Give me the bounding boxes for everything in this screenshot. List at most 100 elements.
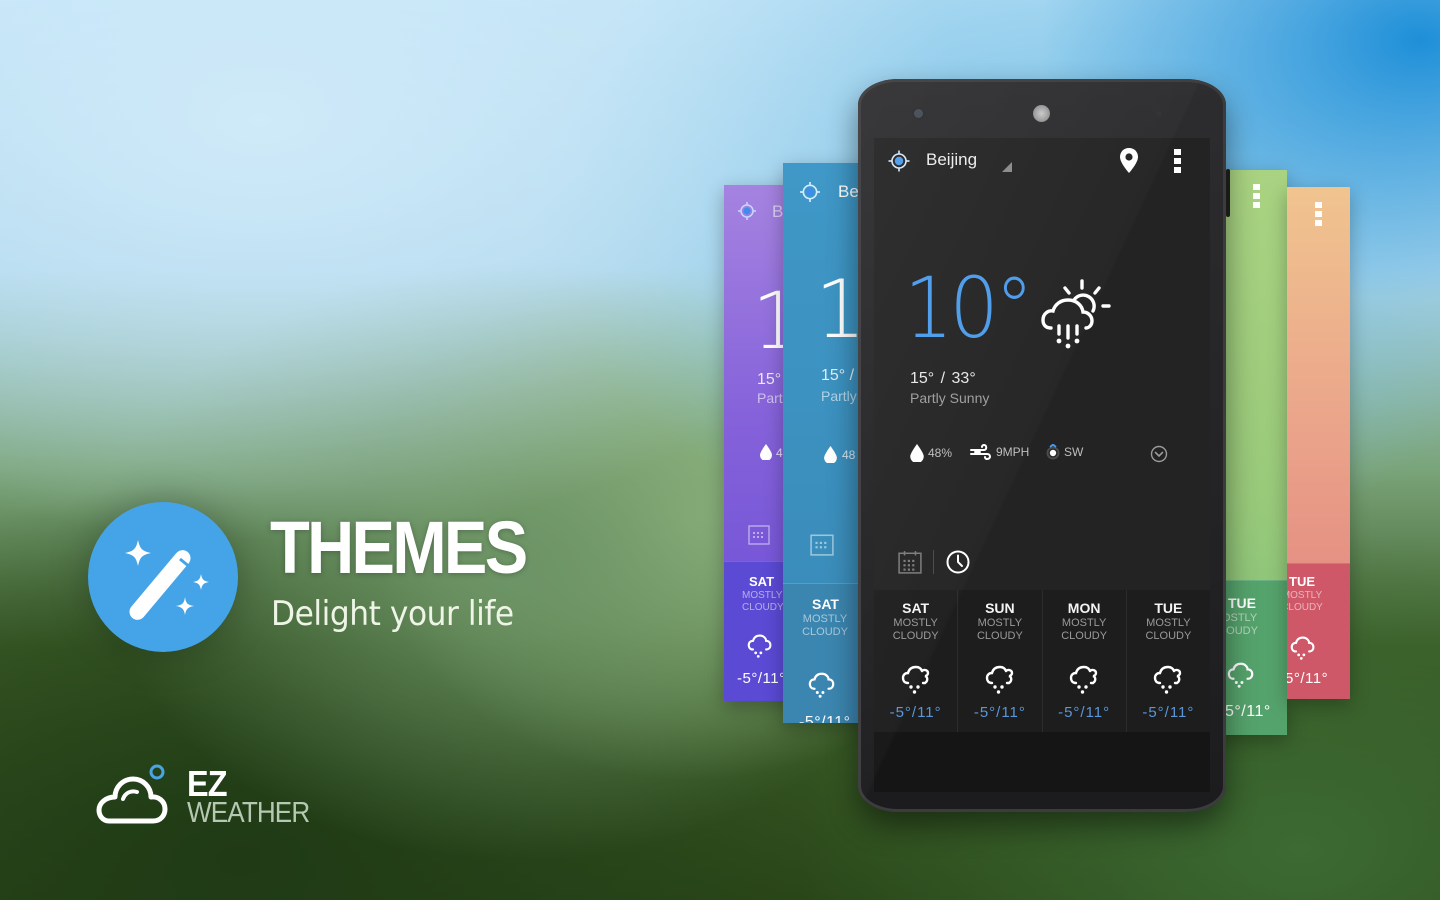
forecast-day-card[interactable]: SAT MOSTLY CLOUDY -5°/11°: [874, 590, 959, 732]
forecast-day: SUN: [985, 600, 1015, 616]
card-humidity: 4: [776, 446, 783, 460]
promo-subtitle: Delight your life: [271, 594, 514, 634]
temp-range: 15° / 33°: [910, 370, 976, 387]
forecast-condition-line1: MOSTLY: [1146, 617, 1191, 629]
location-target-icon: [738, 202, 756, 220]
tab-divider: [933, 550, 934, 574]
forecast-condition: MOSTLY CLOUDY: [874, 617, 957, 643]
daily-forecast: SAT MOSTLY CLOUDY -5°/11° SUN MOSTLY CLOUD…: [874, 590, 1210, 732]
forecast-condition-line1: MOSTLY: [893, 617, 938, 629]
card-humidity: 48: [842, 448, 856, 462]
forecast-day: MON: [1067, 600, 1101, 616]
cloudy-snow-icon: [901, 665, 929, 694]
weather-stats: 48% 9MPH SW: [910, 444, 1190, 466]
forecast-day-card[interactable]: SUN MOSTLY CLOUDY -5°/11°: [958, 590, 1043, 732]
phone-device: Beijing 10° 15° / 33° Partly Sunny 48% 9…: [858, 79, 1230, 812]
card-forecast-cond-1: MOSTLY: [802, 613, 848, 625]
proximity-sensor: [1156, 111, 1162, 117]
card-city: Be: [838, 182, 859, 201]
card-forecast-temp: -5°/11°: [799, 714, 851, 723]
card-forecast-cond-1: MOSTLY: [742, 590, 783, 601]
cloudy-snow-icon: [747, 634, 772, 658]
card-forecast-cond-2: CLOUDY: [742, 602, 784, 613]
humidity-stat: 48%: [910, 444, 952, 462]
current-temperature: 10°: [904, 259, 1034, 357]
calendar-icon: [810, 534, 834, 556]
forecast-condition-line2: CLOUDY: [976, 630, 1023, 642]
forecast-condition-line1: MOSTLY: [977, 617, 1023, 629]
card-temp-range: 15° /: [821, 367, 855, 384]
power-button: [1226, 169, 1230, 217]
themes-badge: [88, 502, 238, 652]
dropdown-triangle-icon[interactable]: [1002, 162, 1012, 172]
wind-speed-value: 9MPH: [996, 445, 1030, 459]
wind-speed-stat: 9MPH: [970, 444, 1029, 460]
card-condition: Partly: [821, 388, 857, 404]
magic-wand-icon: [125, 540, 209, 620]
forecast-condition: MOSTLY CLOUDY: [1127, 617, 1210, 643]
card-temp-range: 15°: [757, 371, 782, 388]
card-forecast-cond-2: CLOUDY: [1287, 602, 1323, 613]
brand-name-line2: WEATHER: [187, 797, 310, 829]
forecast-temp: -5°/11°: [889, 704, 942, 721]
forecast-day: SAT: [902, 600, 930, 616]
forecast-condition-line2: CLOUDY: [1145, 630, 1192, 642]
forecast-condition-line2: CLOUDY: [892, 630, 939, 642]
card-forecast-day: TUE: [1289, 574, 1315, 589]
more-vert-icon: [1315, 202, 1322, 226]
phone-bottom-bezel: [874, 732, 1210, 792]
wind-direction-stat: SW: [1046, 444, 1083, 460]
forecast-condition-line2: CLOUDY: [1061, 630, 1108, 642]
location-target-icon[interactable]: [888, 150, 910, 172]
card-forecast-day: SAT: [749, 574, 775, 589]
humidity-drop-icon: [910, 444, 924, 462]
compass-direction-icon: [1046, 444, 1060, 460]
humidity-drop-icon: [824, 446, 837, 463]
cloudy-snow-icon: [985, 665, 1014, 694]
forecast-condition-line1: MOSTLY: [1061, 617, 1107, 629]
calendar-daily-tab-icon[interactable]: [898, 550, 922, 574]
map-pin-icon[interactable]: [1119, 148, 1139, 174]
card-forecast: TUE MOSTLY CLOUDY 5°/11°: [1287, 563, 1350, 699]
forecast-condition: MOSTLY CLOUDY: [958, 617, 1041, 643]
card-forecast-temp: 5°/11°: [1225, 703, 1271, 720]
calendar-icon: [748, 525, 770, 545]
weather-app-screen: Beijing 10° 15° / 33° Partly Sunny 48% 9…: [874, 138, 1210, 732]
promo-title: THEMES: [270, 506, 528, 589]
humidity-drop-icon: [760, 444, 772, 460]
humidity-value: 48%: [928, 446, 953, 460]
forecast-temp: -5°/11°: [1058, 704, 1111, 721]
forecast-day-card[interactable]: TUE MOSTLY CLOUDY -5°/11°: [1127, 590, 1210, 732]
card-forecast-cond-2: CLOUDY: [802, 626, 848, 638]
front-camera: [914, 109, 923, 118]
card-forecast-day: TUE: [1228, 595, 1256, 611]
forecast-condition: MOSTLY CLOUDY: [1043, 617, 1126, 643]
card-condition: Parti: [757, 390, 786, 406]
clock-hourly-tab-icon[interactable]: [946, 550, 970, 574]
card-forecast-temp: -5°/11°: [737, 670, 786, 687]
more-options-icon[interactable]: [1174, 149, 1182, 173]
cloudy-snow-icon: [1290, 636, 1315, 660]
condition-text: Partly Sunny: [910, 390, 990, 406]
cloudy-snow-icon: [1069, 665, 1098, 694]
city-selector[interactable]: Beijing: [926, 150, 977, 170]
earpiece-speaker: [1033, 105, 1050, 122]
cloudy-snow-icon: [1154, 665, 1182, 694]
wind-icon: [970, 444, 991, 460]
location-target-icon: [800, 182, 820, 202]
forecast-temp: -5°/11°: [973, 704, 1026, 721]
expand-details-icon[interactable]: [1150, 445, 1168, 463]
forecast-day: TUE: [1154, 600, 1183, 616]
brand-logo: EZ WEATHER: [95, 763, 335, 833]
cloudy-snow-icon: [808, 672, 835, 698]
wind-direction-value: SW: [1064, 445, 1084, 459]
forecast-day-card[interactable]: MON MOSTLY CLOUDY -5°/11°: [1043, 590, 1127, 732]
cloudy-snow-icon: [1227, 662, 1254, 688]
theme-card-peach[interactable]: TUE MOSTLY CLOUDY 5°/11°: [1287, 187, 1350, 699]
forecast-temp: -5°/11°: [1142, 704, 1195, 721]
partly-sunny-rain-icon: [1041, 279, 1111, 349]
card-forecast-cond-1: MOSTLY: [1287, 590, 1323, 601]
card-city: B: [772, 202, 784, 221]
more-vert-icon: [1253, 184, 1260, 208]
app-header: Beijing: [874, 138, 1210, 186]
